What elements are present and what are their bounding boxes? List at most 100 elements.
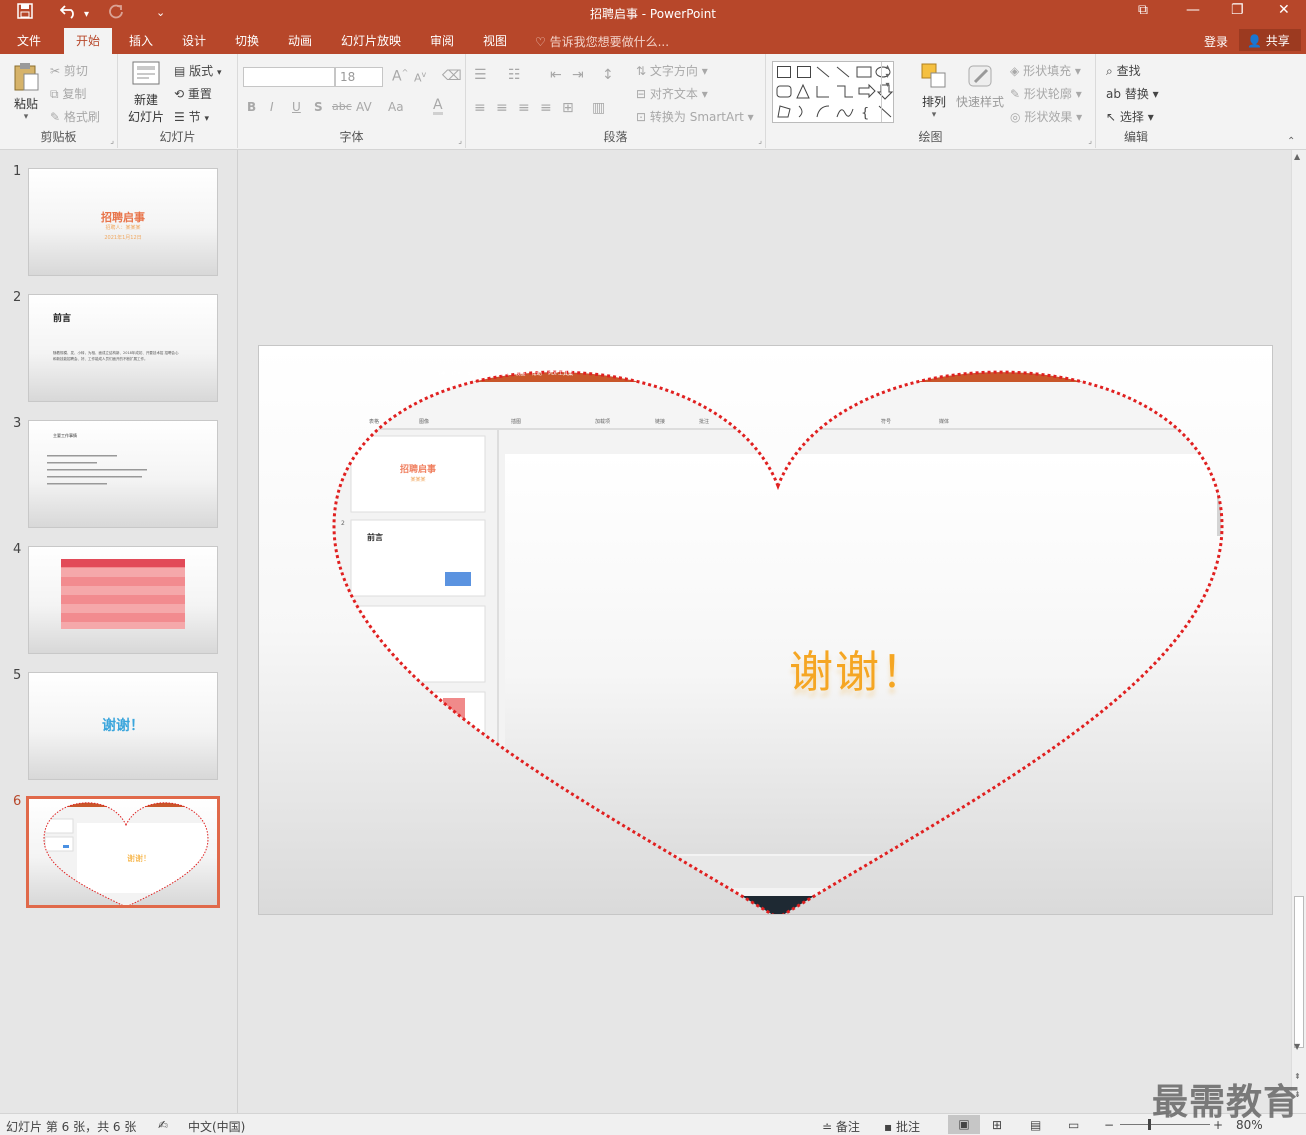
restore-button[interactable]: ❐ <box>1231 2 1244 18</box>
grow-font-label: A <box>392 68 402 85</box>
clipboard-launcher-icon[interactable]: ⌟ <box>110 136 114 145</box>
tab-review[interactable]: 审阅 <box>430 32 454 49</box>
char-spacing-button[interactable]: AV <box>356 100 372 114</box>
current-slide[interactable]: 切换 动画 幻灯片放映 审阅 视图 帮助 PDF工具集 表格 图像 插图 加载项… <box>258 345 1273 915</box>
align-center-icon[interactable]: ≡ <box>496 100 508 116</box>
zoom-slider-handle[interactable] <box>1148 1119 1151 1130</box>
heart-shaped-picture[interactable] <box>259 346 1273 915</box>
slide-thumbnail-4[interactable] <box>28 546 218 654</box>
reset-button[interactable]: ⟲ 重置 <box>174 85 212 102</box>
underline-button[interactable]: U <box>292 100 301 114</box>
tell-me-box[interactable]: ♡ 告诉我您想要做什么... <box>535 33 669 50</box>
decrease-indent-icon[interactable]: ⇤ <box>550 67 562 83</box>
section-button[interactable]: ☰ 节 ▾ <box>174 108 209 125</box>
font-color-button[interactable]: A <box>433 98 443 115</box>
zoom-out-button[interactable]: − <box>1104 1118 1114 1132</box>
shape-effects-button[interactable]: ◎ 形状效果 ▾ <box>1010 108 1082 125</box>
tab-file[interactable]: 文件 <box>17 32 41 49</box>
bold-button[interactable]: B <box>247 100 256 114</box>
tab-insert[interactable]: 插入 <box>129 32 153 49</box>
font-launcher-icon[interactable]: ⌟ <box>458 136 462 145</box>
more-shapes-icon[interactable]: { <box>775 103 893 121</box>
slide-editing-area[interactable]: 切换 动画 幻灯片放映 审阅 视图 帮助 PDF工具集 表格 图像 插图 加载项… <box>239 150 1291 1113</box>
normal-view-icon[interactable]: ▣ <box>948 1115 980 1134</box>
notes-label: 备注 <box>835 1120 860 1134</box>
shrink-font-label: A <box>414 71 422 85</box>
slide-number-3: 3 <box>13 416 22 431</box>
paste-button[interactable]: 粘贴 ▾ <box>8 62 44 122</box>
scroll-down-icon[interactable]: ▼ <box>1294 1042 1300 1051</box>
new-slide-button[interactable]: 新建 幻灯片 <box>122 60 170 125</box>
slide-thumbnail-5[interactable]: 谢谢！ <box>28 672 218 780</box>
language-indicator[interactable]: 中文(中国) <box>188 1118 245 1135</box>
basic-shapes-icon[interactable] <box>775 83 893 101</box>
tab-animations[interactable]: 动画 <box>288 32 312 49</box>
columns-icon[interactable]: ▥ <box>592 100 605 116</box>
drawing-launcher-icon[interactable]: ⌟ <box>1088 136 1092 145</box>
distributed-icon[interactable]: ⊞ <box>562 100 574 116</box>
scroll-thumb[interactable] <box>1294 896 1304 1048</box>
slide-thumbnail-6[interactable]: 谢谢！ <box>26 796 220 908</box>
change-case-button[interactable]: Aa <box>388 100 404 114</box>
italic-button[interactable]: I <box>270 100 274 114</box>
numbering-icon[interactable]: ☷ <box>508 67 521 83</box>
copy-button[interactable]: ⧉ 复制 <box>50 85 86 102</box>
format-painter-button[interactable]: ✎ 格式刷 <box>50 108 100 125</box>
shrink-font-button[interactable]: Av <box>414 70 426 85</box>
replace-button[interactable]: ab 替换 ▾ <box>1106 85 1159 102</box>
justify-icon[interactable]: ≡ <box>540 100 552 116</box>
font-name-box[interactable] <box>243 67 335 87</box>
notes-button[interactable]: ≐ 备注 <box>822 1118 860 1135</box>
scroll-up-icon[interactable]: ▲ <box>1294 152 1300 161</box>
spell-check-icon[interactable]: ✍ <box>158 1118 168 1132</box>
shadow-button[interactable]: S <box>314 100 323 114</box>
cut-button[interactable]: ✂ 剪切 <box>50 62 88 79</box>
line-spacing-icon[interactable]: ↕ <box>602 67 614 83</box>
collapse-ribbon-icon[interactable]: ⌃ <box>1287 136 1295 147</box>
text-direction-button[interactable]: ⇅ 文字方向 ▾ <box>636 62 708 79</box>
shape-fill-button[interactable]: ◈ 形状填充 ▾ <box>1010 62 1081 79</box>
slide-thumbnail-1[interactable]: 招聘启事 招聘人：某某某 2021年1月12日 <box>28 168 218 276</box>
arrange-button[interactable]: 排列 ▾ <box>914 62 954 120</box>
strikethrough-button[interactable]: abc <box>332 100 352 113</box>
textbox-shape-icon[interactable] <box>777 66 791 78</box>
slide-thumbnails-pane[interactable]: 1 招聘启事 招聘人：某某某 2021年1月12日 2 前言 随着规模、发、小转… <box>0 150 238 1113</box>
shapes-scroll[interactable]: ▴ ▾ ▾ <box>881 62 893 122</box>
tab-design[interactable]: 设计 <box>182 32 206 49</box>
reading-view-icon[interactable]: ▤ <box>1030 1118 1041 1132</box>
font-size-box[interactable]: 18 <box>335 67 383 87</box>
ribbon-display-options-icon[interactable]: ⧉ <box>1138 2 1148 18</box>
comments-button[interactable]: ▪ 批注 <box>884 1118 920 1135</box>
find-button[interactable]: ⌕ 查找 <box>1106 62 1141 79</box>
tab-home[interactable]: 开始 <box>64 28 113 54</box>
section-label: 节 <box>188 110 201 124</box>
select-button[interactable]: ↖ 选择 ▾ <box>1106 108 1154 125</box>
clipboard-group: 粘贴 ▾ ✂ 剪切 ⧉ 复制 ✎ 格式刷 剪贴板 ⌟ <box>0 54 118 148</box>
align-text-button[interactable]: ⊟ 对齐文本 ▾ <box>636 85 708 102</box>
slideshow-view-icon[interactable]: ▭ <box>1068 1118 1079 1132</box>
quick-styles-button[interactable]: 快速样式 <box>954 62 1006 110</box>
grow-font-button[interactable]: A^ <box>392 68 408 85</box>
slide-thumbnail-2[interactable]: 前言 随着规模、发、小转，为相、面成立结构新、2018年成初、开要技术招 招聘会… <box>28 294 218 402</box>
minimize-button[interactable]: — <box>1186 2 1200 18</box>
slide-thumbnail-3[interactable]: 主要工作事情 <box>28 420 218 528</box>
shapes-gallery[interactable]: { ▴ ▾ ▾ <box>772 61 894 123</box>
share-button[interactable]: 👤 共享 <box>1239 29 1301 51</box>
tab-view[interactable]: 视图 <box>483 32 507 49</box>
increase-indent-icon[interactable]: ⇥ <box>572 67 584 83</box>
layout-button[interactable]: ▤ 版式 ▾ <box>174 62 222 79</box>
close-button[interactable]: ✕ <box>1278 2 1290 18</box>
slide-sorter-icon[interactable]: ⊞ <box>992 1118 1002 1132</box>
align-left-icon[interactable]: ≡ <box>474 100 486 116</box>
paragraph-launcher-icon[interactable]: ⌟ <box>758 136 762 145</box>
vertical-textbox-shape-icon[interactable] <box>797 66 811 78</box>
tab-transitions[interactable]: 切换 <box>235 32 259 49</box>
shape-outline-button[interactable]: ✎ 形状轮廓 ▾ <box>1010 85 1082 102</box>
tab-slideshow[interactable]: 幻灯片放映 <box>341 32 401 49</box>
vertical-scrollbar[interactable]: ▲ ▼ ⇞ ⇟ <box>1291 150 1306 1113</box>
login-link[interactable]: 登录 <box>1204 33 1228 50</box>
clear-format-icon[interactable]: ⌫ <box>442 68 462 84</box>
convert-smartart-button[interactable]: ⊡ 转换为 SmartArt ▾ <box>636 108 754 125</box>
bullets-icon[interactable]: ☰ <box>474 67 487 83</box>
align-right-icon[interactable]: ≡ <box>518 100 530 116</box>
